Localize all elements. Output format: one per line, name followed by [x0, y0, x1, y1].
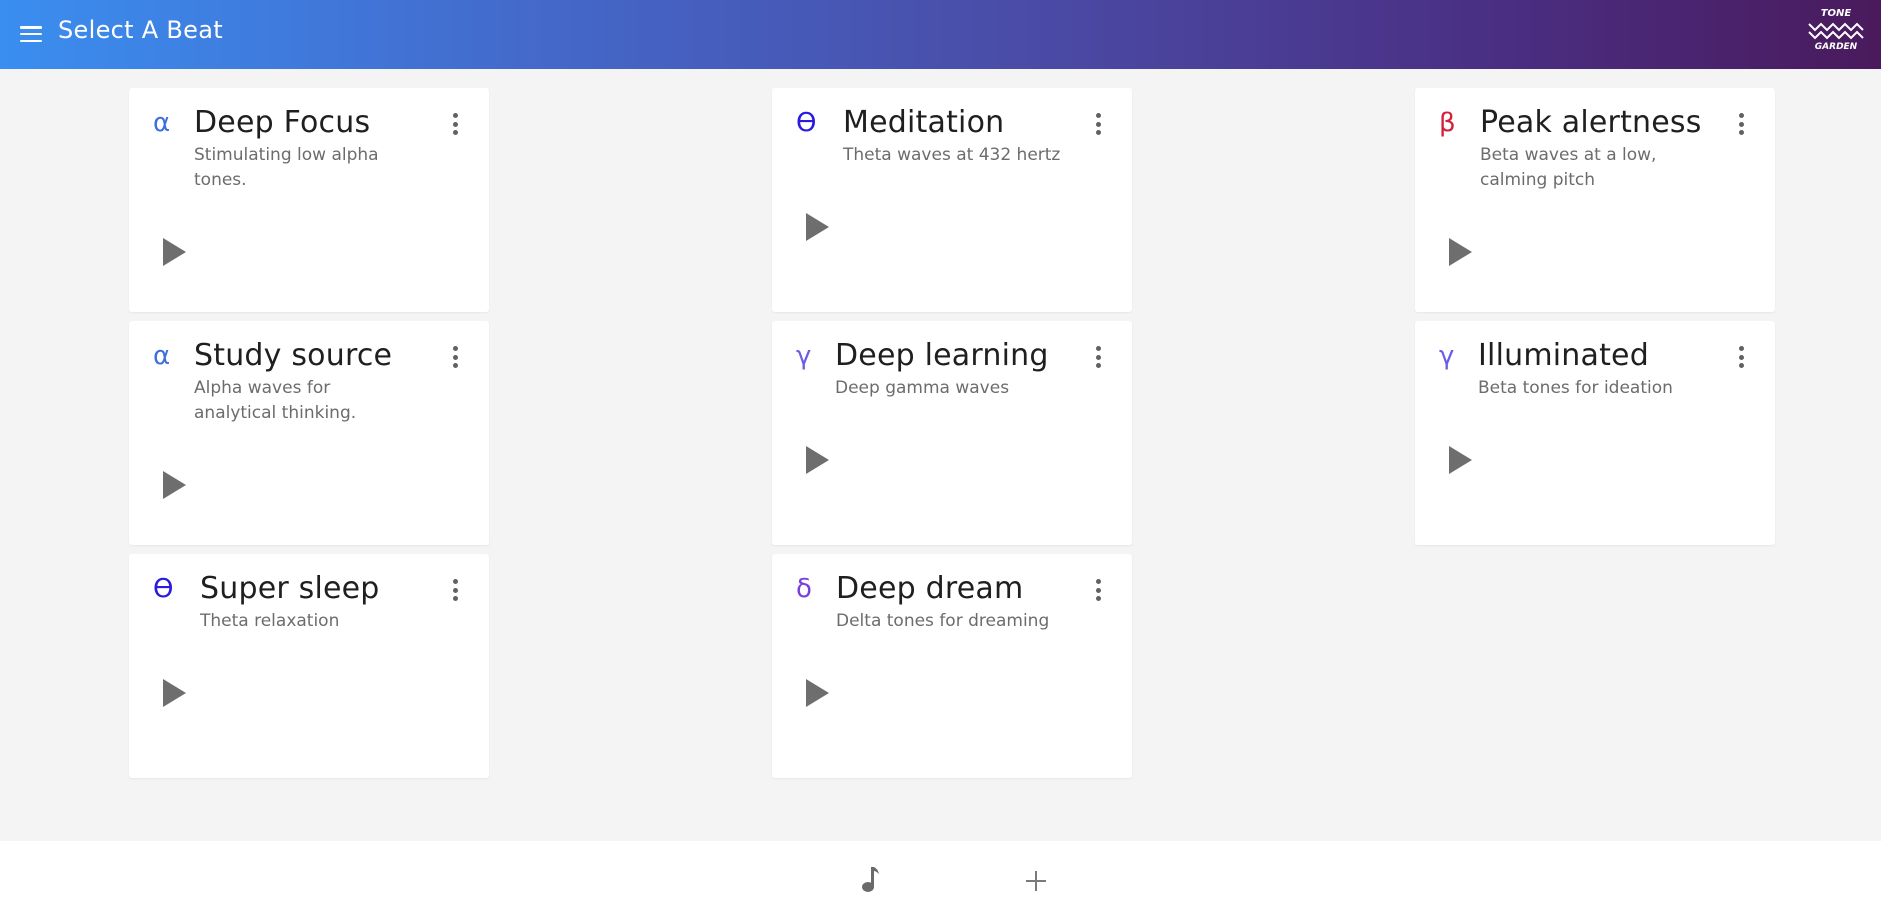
- beat-subtitle: Theta waves at 432 hertz: [843, 145, 1061, 165]
- beat-card-illuminated[interactable]: γ Illuminated Beta tones for ideation: [1415, 321, 1775, 545]
- more-options-icon[interactable]: [1739, 346, 1745, 368]
- alpha-symbol: α: [153, 341, 171, 371]
- tone-garden-logo: TONE GARDEN: [1807, 8, 1865, 58]
- hamburger-menu-icon[interactable]: [19, 22, 43, 46]
- beat-title: Deep Focus: [194, 105, 371, 140]
- plus-icon[interactable]: [1025, 870, 1047, 892]
- more-options-icon[interactable]: [1096, 346, 1102, 368]
- logo-text-bottom: GARDEN: [1814, 42, 1858, 52]
- more-options-icon[interactable]: [1096, 113, 1102, 135]
- beat-card-deep-learning[interactable]: γ Deep learning Deep gamma waves: [772, 321, 1132, 545]
- alpha-symbol: α: [153, 108, 171, 138]
- beat-subtitle: Beta tones for ideation: [1478, 378, 1673, 398]
- beat-subtitle: Stimulating low alpha tones.: [194, 145, 379, 190]
- more-options-icon[interactable]: [1739, 113, 1745, 135]
- beat-card-deep-dream[interactable]: δ Deep dream Delta tones for dreaming: [772, 554, 1132, 778]
- beat-subtitle: Beta waves at a low, calming pitch: [1480, 145, 1657, 190]
- beat-title: Deep learning: [835, 338, 1049, 373]
- theta-symbol: ϴ: [153, 574, 174, 604]
- gamma-symbol: γ: [796, 341, 812, 371]
- beat-card-deep-focus[interactable]: α Deep Focus Stimulating low alpha tones…: [129, 88, 489, 312]
- theta-symbol: ϴ: [796, 108, 817, 138]
- beat-title: Meditation: [843, 105, 1005, 140]
- more-options-icon[interactable]: [453, 579, 459, 601]
- beat-title: Study source: [194, 338, 393, 373]
- play-icon[interactable]: [806, 446, 829, 474]
- more-options-icon[interactable]: [1096, 579, 1102, 601]
- gamma-symbol: γ: [1439, 341, 1455, 371]
- play-icon[interactable]: [806, 679, 829, 707]
- beat-card-study-source[interactable]: α Study source Alpha waves for analytica…: [129, 321, 489, 545]
- play-icon[interactable]: [163, 679, 186, 707]
- beat-subtitle: Alpha waves for analytical thinking.: [194, 378, 357, 423]
- page-title: Select A Beat: [58, 16, 223, 44]
- beat-title: Peak alertness: [1480, 105, 1702, 140]
- app-bar: Select A Beat TONE GARDEN: [0, 0, 1881, 69]
- more-options-icon[interactable]: [453, 346, 459, 368]
- beat-subtitle: Theta relaxation: [200, 611, 340, 631]
- beat-card-meditation[interactable]: ϴ Meditation Theta waves at 432 hertz: [772, 88, 1132, 312]
- bottom-navigation: [0, 841, 1881, 921]
- play-icon[interactable]: [163, 238, 186, 266]
- delta-symbol: δ: [796, 574, 812, 604]
- music-note-icon[interactable]: [858, 865, 882, 895]
- beat-card-super-sleep[interactable]: ϴ Super sleep Theta relaxation: [129, 554, 489, 778]
- beat-subtitle: Deep gamma waves: [835, 378, 1010, 398]
- play-icon[interactable]: [806, 213, 829, 241]
- beat-title: Super sleep: [200, 571, 380, 606]
- logo-text-top: TONE: [1820, 8, 1852, 19]
- beat-subtitle: Delta tones for dreaming: [836, 611, 1050, 631]
- beat-title: Illuminated: [1478, 338, 1649, 373]
- beat-title: Deep dream: [836, 571, 1024, 606]
- beat-card-peak-alertness[interactable]: β Peak alertness Beta waves at a low, ca…: [1415, 88, 1775, 312]
- wave-logo-icon: [1808, 22, 1864, 40]
- more-options-icon[interactable]: [453, 113, 459, 135]
- play-icon[interactable]: [1449, 238, 1472, 266]
- play-icon[interactable]: [1449, 446, 1472, 474]
- play-icon[interactable]: [163, 471, 186, 499]
- beta-symbol: β: [1439, 108, 1456, 138]
